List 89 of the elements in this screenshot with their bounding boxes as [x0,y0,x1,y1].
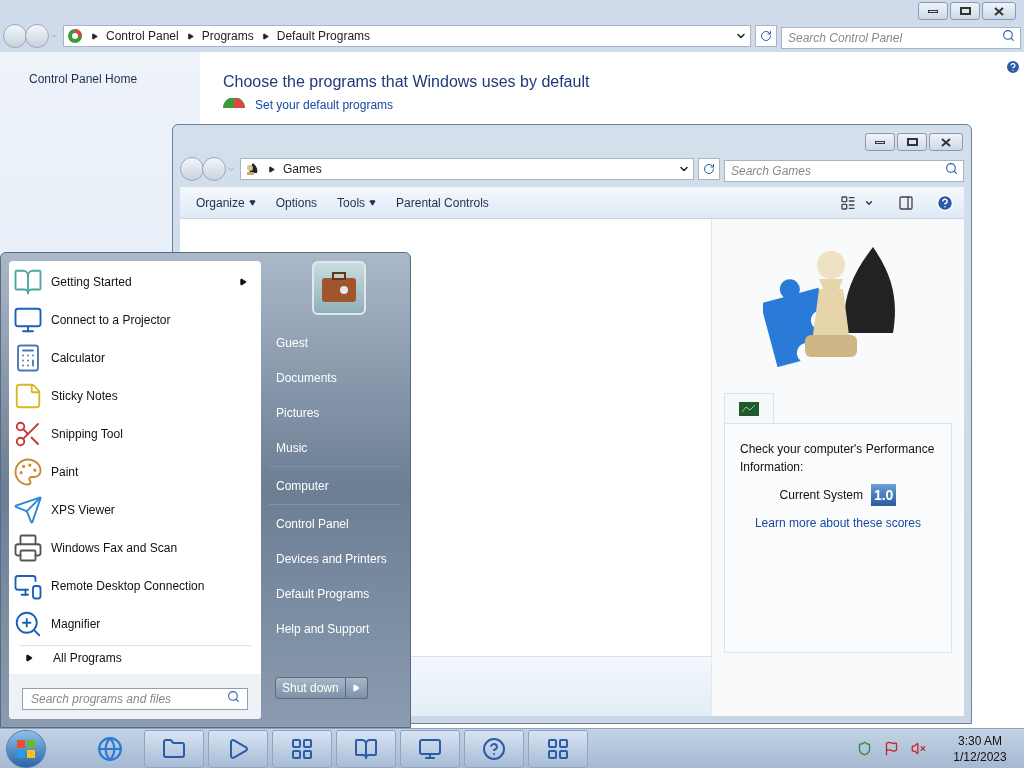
taskbar-button[interactable] [400,729,460,768]
paper-plane-icon [13,495,43,525]
default-programs-link[interactable]: Set your default programs [255,98,394,112]
breadcrumb-item[interactable]: Games [283,160,322,178]
breadcrumb-item[interactable]: Programs [201,27,254,45]
search-field[interactable]: Search Control Panel [781,27,1021,49]
refresh-icon [703,163,715,175]
suitcase-icon [319,272,358,304]
shield-icon[interactable] [857,741,872,756]
magnifier-icon [13,609,43,639]
start-menu-link[interactable]: Music [269,430,400,465]
help-icon[interactable] [1005,59,1021,75]
muted-speaker-icon[interactable] [911,741,926,756]
program-item[interactable]: Sticky Notes [9,377,261,415]
monitor-icon [13,305,43,335]
toolbar-button[interactable]: Tools [331,190,383,215]
program-item[interactable]: Paint [9,453,261,491]
start-menu-link[interactable]: Computer [269,468,400,503]
toolbar-button[interactable]: Options [269,190,324,215]
tab[interactable] [724,393,774,423]
program-item[interactable]: XPS Viewer [9,491,261,529]
start-button[interactable] [6,729,46,768]
games-icon [244,161,260,177]
taskbar-button[interactable] [464,729,524,768]
scores-link[interactable]: Learn more about these scores [740,514,936,532]
close-button[interactable] [982,2,1016,20]
help-icon[interactable] [936,193,954,212]
view-options-icon[interactable] [840,194,856,211]
refresh-button[interactable] [698,158,720,180]
toolbar-button[interactable]: Parental Controls [390,190,495,215]
page-heading: Choose the programs that Windows uses by default [223,72,591,92]
start-menu-link[interactable]: Control Panel [269,506,400,541]
taskbar-button[interactable] [144,729,204,768]
minimize-button[interactable] [865,133,895,151]
flag-icon[interactable] [884,741,899,756]
breadcrumb-arrow-icon [268,165,275,173]
grid-icon [546,736,570,761]
grid-icon [290,736,314,761]
shut-down-options-button[interactable] [345,677,368,699]
breadcrumb-arrow-icon [91,32,98,40]
note-icon [13,381,43,411]
palette-icon [13,457,43,487]
program-item[interactable]: Remote Desktop Connection [9,567,261,605]
close-icon [941,137,951,147]
search-icon [1002,29,1015,42]
arrow-icon [352,684,361,692]
windows-logo-icon [16,738,36,759]
address-bar[interactable]: Control Panel Programs Default Programs [63,25,751,47]
score-badge: 1.0 [870,484,897,506]
refresh-icon [760,30,772,42]
folder-icon [162,736,186,761]
program-item[interactable]: Snipping Tool [9,415,261,453]
all-programs-item[interactable]: All Programs [9,646,261,670]
program-item[interactable]: Connect to a Projector [9,301,261,339]
breadcrumb-arrow-icon [261,32,269,40]
address-bar[interactable]: Games [240,158,694,180]
program-item[interactable]: Getting Started [9,263,261,301]
monitor-chip-icon [739,401,759,416]
maximize-button[interactable] [950,2,980,20]
program-item[interactable]: Windows Fax and Scan [9,529,261,567]
search-icon [945,162,958,175]
start-menu-link[interactable]: Devices and Printers [269,541,400,576]
arrow-icon [25,654,33,662]
close-icon [994,6,1004,16]
program-item[interactable]: Calculator [9,339,261,377]
clock[interactable]: 3:30 AM 1/12/2023 [940,732,1020,765]
printer-icon [13,533,43,563]
minimize-button[interactable] [918,2,948,20]
sidebar-link[interactable]: Control Panel Home [29,70,138,88]
search-field[interactable]: Search programs and files [22,687,248,710]
breadcrumb-arrow-icon [186,32,194,40]
monitor-icon [418,736,442,761]
breadcrumb-item[interactable]: Default Programs [276,27,371,45]
refresh-button[interactable] [755,25,777,47]
close-button[interactable] [929,133,963,151]
preview-pane-icon[interactable] [898,194,914,211]
taskbar-button[interactable] [336,729,396,768]
help-icon [482,736,506,761]
program-item[interactable]: Magnifier [9,605,261,643]
score-label: Current System [779,487,863,504]
search-icon [227,689,240,703]
taskbar-button[interactable] [528,729,588,768]
taskbar-button[interactable] [272,729,332,768]
taskbar-button[interactable] [208,729,268,768]
toolbar-button[interactable]: Organize [190,190,262,215]
performance-text: Check your computer's Performance Information: [740,441,936,476]
maximize-button[interactable] [897,133,927,151]
search-field[interactable]: Search Games [724,160,964,182]
breadcrumb-item[interactable]: Control Panel [106,27,179,45]
